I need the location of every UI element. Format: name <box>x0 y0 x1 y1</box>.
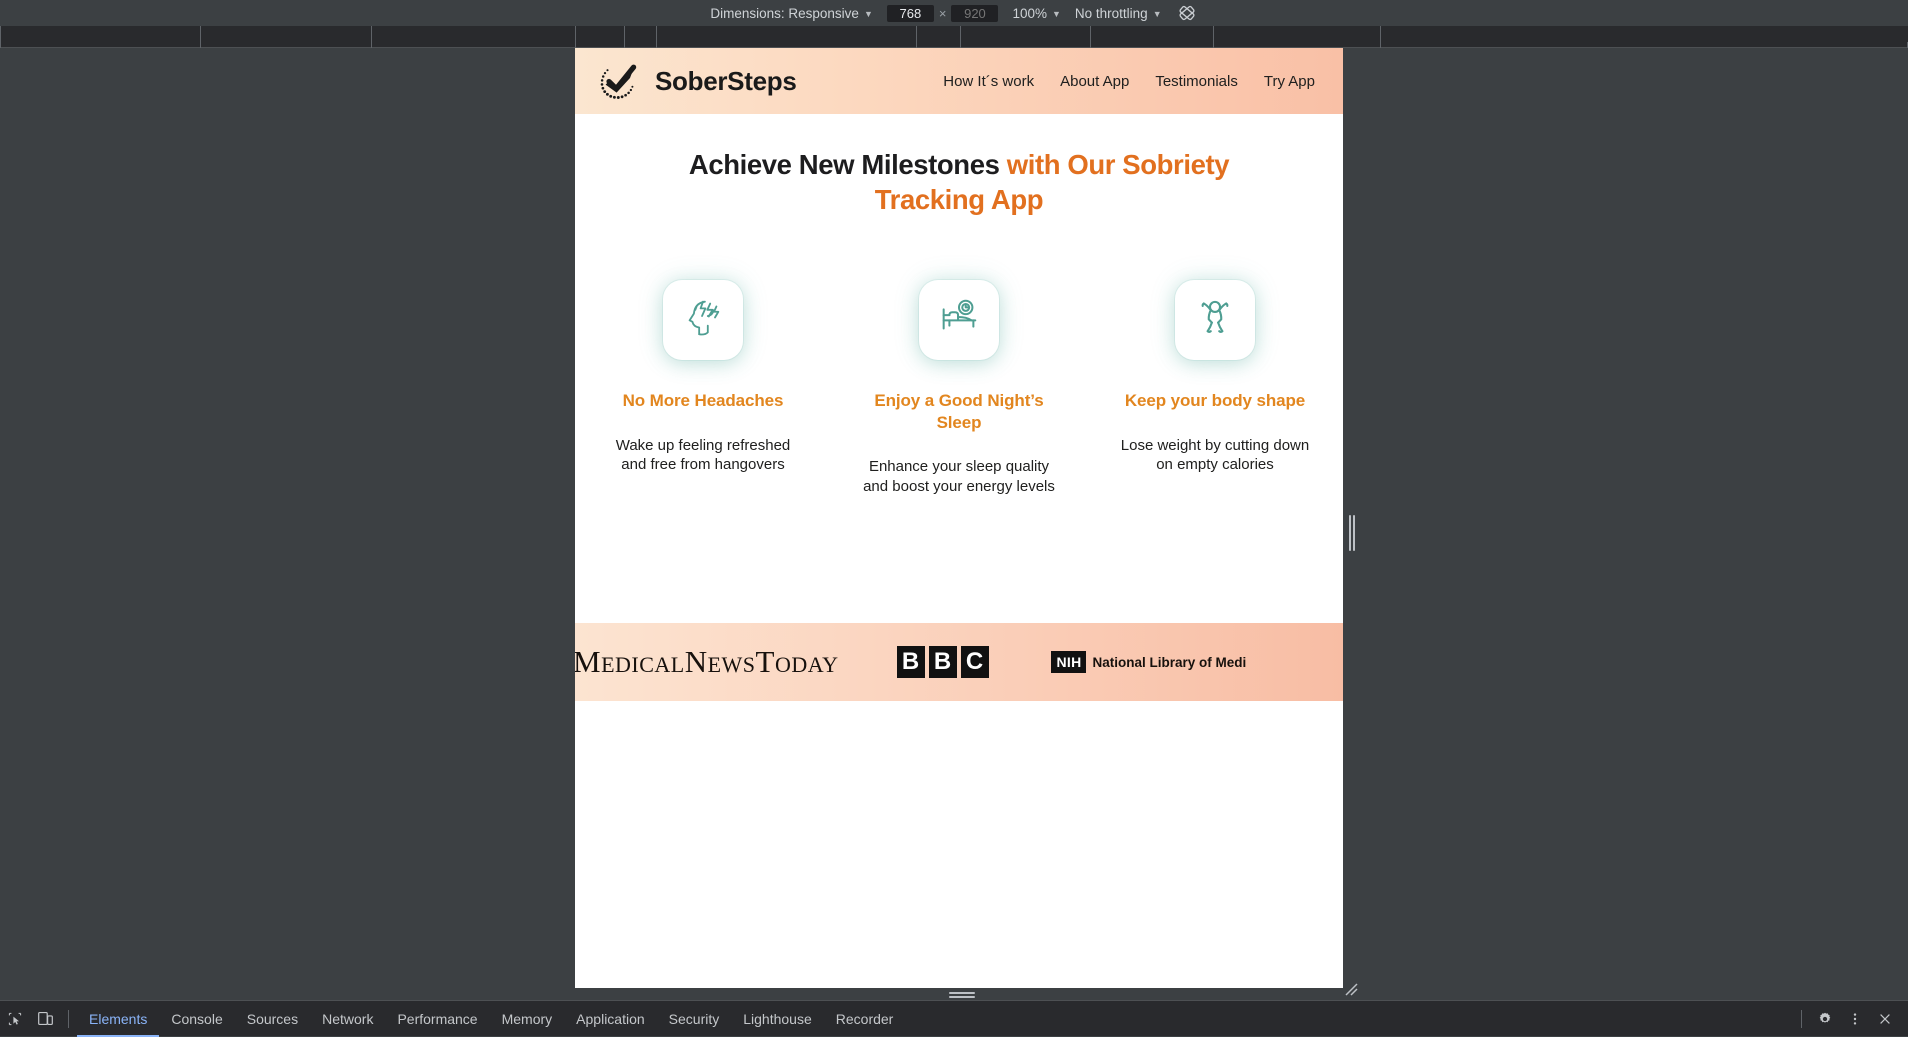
site-header: SoberSteps How It´s work About App Testi… <box>575 48 1343 114</box>
devtools-panel-bar: Elements Console Sources Network Perform… <box>0 1000 1908 1036</box>
hero-title-plain: Achieve New Milestones <box>688 149 1007 180</box>
page-title: Achieve New Milestones with Our Sobriety… <box>639 148 1279 218</box>
nav-link-about-app[interactable]: About App <box>1060 73 1129 90</box>
viewport-resize-handle-right[interactable] <box>1349 515 1355 551</box>
nih-badge: NIH <box>1050 651 1086 673</box>
toolbar-divider <box>1801 1009 1802 1028</box>
viewport-resize-handle-bottom[interactable] <box>949 992 975 1000</box>
tab-recorder[interactable]: Recorder <box>824 1001 906 1037</box>
size-separator: × <box>938 5 947 21</box>
feature-description: Enhance your sleep quality and boost you… <box>863 458 1055 496</box>
press-logos-strip: MedicalNewsToday B B C NIH National Libr… <box>575 623 1343 701</box>
headache-head-lightning-icon <box>680 294 726 345</box>
medical-news-today-logo: MedicalNewsToday <box>575 644 839 679</box>
throttling-select[interactable]: No throttling ▼ <box>1075 6 1162 21</box>
feature-card-good-nights-sleep: Enjoy a Good Night’s Sleep Enhance your … <box>861 279 1057 497</box>
checkmark-logo-icon <box>597 59 641 103</box>
tab-elements[interactable]: Elements <box>77 1001 159 1037</box>
bbc-letter: C <box>960 646 989 678</box>
chevron-down-icon: ▼ <box>1152 8 1162 19</box>
throttling-label: No throttling <box>1074 5 1148 21</box>
viewport-resize-handle-corner[interactable] <box>1340 978 1358 996</box>
close-icon[interactable] <box>1870 1004 1900 1034</box>
toolbar-divider <box>68 1009 69 1028</box>
site-nav: How It´s work About App Testimonials Try… <box>943 73 1315 90</box>
chevron-down-icon: ▼ <box>863 8 873 19</box>
viewport-width-input[interactable] <box>886 4 934 22</box>
bed-clock-sleep-icon <box>936 294 982 345</box>
person-arms-raised-icon <box>1193 295 1237 344</box>
rendered-page: SoberSteps How It´s work About App Testi… <box>575 48 1343 988</box>
feature-title: Keep your body shape <box>1124 390 1306 410</box>
feature-icon-box <box>919 279 999 360</box>
viewport-size-group: × <box>886 4 999 22</box>
brand-name: SoberSteps <box>655 65 797 96</box>
inspect-element-icon[interactable] <box>0 1004 30 1034</box>
nav-link-how-it-works[interactable]: How It´s work <box>943 73 1034 90</box>
zoom-select[interactable]: 100% ▼ <box>1012 6 1060 21</box>
feature-icon-box <box>663 279 743 360</box>
device-toolbar-icon[interactable] <box>30 1004 60 1034</box>
horizontal-ruler <box>0 26 1908 48</box>
nav-link-testimonials[interactable]: Testimonials <box>1155 73 1238 90</box>
more-options-icon[interactable] <box>1840 1004 1870 1034</box>
tab-lighthouse[interactable]: Lighthouse <box>731 1001 824 1037</box>
rotate-icon[interactable] <box>1176 2 1198 24</box>
feature-card-keep-body-shape: Keep your body shape Lose weight by cutt… <box>1117 279 1313 497</box>
tab-console[interactable]: Console <box>159 1001 234 1037</box>
tab-performance[interactable]: Performance <box>385 1001 489 1037</box>
dimensions-select[interactable]: Dimensions: Responsive ▼ <box>710 6 873 21</box>
tab-network[interactable]: Network <box>310 1001 385 1037</box>
feature-description: Wake up feeling refreshed and free from … <box>615 436 791 474</box>
gear-icon[interactable] <box>1810 1004 1840 1034</box>
feature-description: Lose weight by cutting down on empty cal… <box>1120 436 1310 474</box>
tab-memory[interactable]: Memory <box>490 1001 565 1037</box>
viewport-height-input[interactable] <box>951 4 999 22</box>
devtools-right-actions <box>1793 1004 1908 1034</box>
zoom-label: 100% <box>1012 5 1047 21</box>
bbc-letter: B <box>896 646 925 678</box>
brand[interactable]: SoberSteps <box>597 59 797 103</box>
feature-title: Enjoy a Good Night’s Sleep <box>874 390 1044 432</box>
devtools-tabs: Elements Console Sources Network Perform… <box>77 1001 905 1037</box>
bbc-logo: B B C <box>896 646 989 678</box>
device-viewport-frame: SoberSteps How It´s work About App Testi… <box>575 48 1343 988</box>
bbc-letter: B <box>928 646 957 678</box>
dimensions-label: Dimensions: Responsive <box>710 5 859 21</box>
tab-sources[interactable]: Sources <box>235 1001 310 1037</box>
device-mode-toolbar: Dimensions: Responsive ▼ × 100% ▼ No thr… <box>0 0 1908 26</box>
feature-title: No More Headaches <box>622 390 784 410</box>
tab-security[interactable]: Security <box>657 1001 732 1037</box>
features-section: No More Headaches Wake up feeling refres… <box>575 217 1343 497</box>
hero-section: Achieve New Milestones with Our Sobriety… <box>575 114 1343 218</box>
nih-label: National Library of Medi <box>1092 654 1247 670</box>
chevron-down-icon: ▼ <box>1051 8 1061 19</box>
feature-icon-box <box>1175 279 1255 360</box>
tab-application[interactable]: Application <box>564 1001 657 1037</box>
feature-card-no-more-headaches: No More Headaches Wake up feeling refres… <box>605 279 801 497</box>
nih-logo: NIH National Library of Medi <box>1050 651 1247 673</box>
nav-link-try-app[interactable]: Try App <box>1264 73 1315 90</box>
